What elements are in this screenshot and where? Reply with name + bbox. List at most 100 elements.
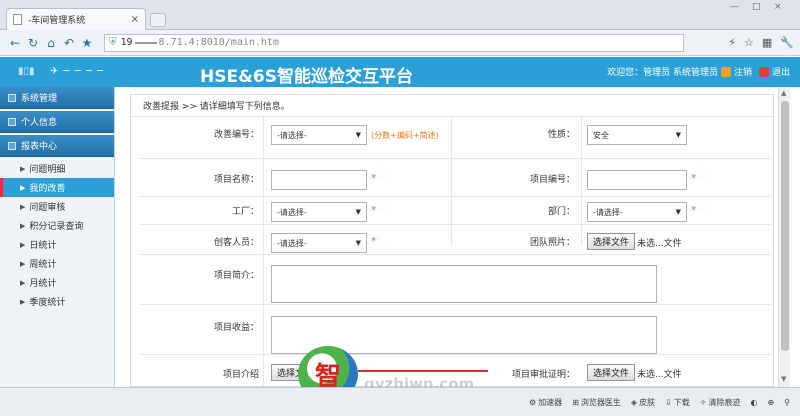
- factory-label: 工厂：: [231, 207, 259, 217]
- nature-select[interactable]: 安全 ▼: [587, 125, 687, 145]
- dept-select[interactable]: -请选择- ▼: [587, 202, 687, 222]
- favorite-star-icon[interactable]: ★: [78, 36, 96, 50]
- browser-tab-strip: -车间管理系统 × — □ ×: [0, 0, 800, 30]
- project-name-input[interactable]: [271, 170, 367, 190]
- sidebar-item-quarterly-stats[interactable]: ▶ 季度统计: [0, 292, 114, 311]
- project-no-label: 项目编号：: [529, 175, 575, 185]
- home-icon[interactable]: ⌂: [42, 36, 60, 50]
- sidebar-item-weekly-stats[interactable]: ▶ 周统计: [0, 254, 114, 273]
- welcome-text: 欢迎您：管理员 系统管理员: [607, 68, 718, 78]
- sidebar-item-points-query[interactable]: ▶ 积分记录查询: [0, 216, 114, 235]
- creator-select[interactable]: -请选择- ▼: [271, 233, 367, 253]
- approval-file-button[interactable]: 选择文件: [587, 364, 636, 381]
- redacted-mark: [134, 41, 157, 44]
- sidebar-item-issue-detail[interactable]: ▶ 问题明细: [0, 159, 114, 178]
- nature-label: 性质：: [547, 130, 575, 140]
- triangle-right-icon: ▶: [20, 297, 26, 306]
- sidebar-section-label: 报表中心: [21, 142, 58, 152]
- team-photo-label: 团队照片：: [529, 238, 575, 248]
- approval-label: 项目审批证明：: [511, 370, 575, 380]
- bookmark-star-icon[interactable]: ☆: [744, 36, 754, 49]
- required-mark: *: [371, 205, 376, 216]
- undo-icon[interactable]: ↶: [60, 36, 78, 50]
- sidebar-section-reports[interactable]: 报表中心: [0, 135, 114, 157]
- sidebar-item-label: 我的改善: [29, 184, 66, 194]
- sidebar-section-personal[interactable]: 个人信息: [0, 111, 114, 133]
- minimize-icon[interactable]: —: [730, 2, 739, 12]
- select-value: -请选择-: [277, 130, 307, 140]
- logout-icon[interactable]: [720, 66, 731, 77]
- search-icon[interactable]: ⚲: [784, 398, 790, 407]
- status-label: 浏览器医生: [580, 397, 621, 407]
- project-no-input[interactable]: [587, 170, 687, 190]
- shield-icon: ⛨: [109, 37, 117, 48]
- team-photo-file-button[interactable]: 选择文件: [587, 233, 636, 250]
- download-icon: ⇩: [665, 397, 672, 407]
- chevron-down-icon: ▼: [355, 208, 361, 216]
- scroll-down-icon[interactable]: ▼: [781, 375, 786, 383]
- triangle-right-icon: ▶: [20, 278, 26, 287]
- maximize-icon[interactable]: □: [752, 2, 761, 12]
- shirt-icon: ◈: [630, 397, 638, 407]
- accelerator-item[interactable]: ⚙ 加速器: [529, 397, 562, 408]
- app-header: ▮▯▮ ✈ ─ ─ ─ ─ HSE&6S智能巡检交互平台 欢迎您：管理员 系统管…: [0, 57, 800, 87]
- chevron-down-icon: ▼: [355, 131, 361, 139]
- lightning-icon[interactable]: ⚡: [728, 36, 736, 49]
- sidebar-item-daily-stats[interactable]: ▶ 日统计: [0, 235, 114, 254]
- vertical-scrollbar[interactable]: ▲ ▼: [778, 87, 790, 387]
- url-field[interactable]: ⛨ 19 8.71.4:8010/main.htm: [104, 33, 684, 52]
- clear-traces-item[interactable]: ✧ 清除痕迹: [700, 397, 741, 408]
- tab-close-icon[interactable]: ×: [131, 14, 139, 25]
- sidebar-item-monthly-stats[interactable]: ▶ 月统计: [0, 273, 114, 292]
- intro-textarea[interactable]: [271, 265, 657, 303]
- sidebar: 系统管理 个人信息 报表中心 ▶ 问题明细 ▶ 我的改善 ▶ 问题审核 ▶ 积分记录查询…: [0, 87, 115, 387]
- triangle-right-icon: ▶: [20, 221, 26, 230]
- select-value: -请选择-: [277, 207, 307, 217]
- sidebar-item-label: 周统计: [29, 260, 57, 270]
- browser-tab[interactable]: -车间管理系统 ×: [6, 8, 146, 30]
- logout-link[interactable]: 注销: [734, 65, 752, 78]
- triangle-right-icon: ▶: [20, 202, 26, 211]
- browser-doctor-item[interactable]: ⊞ 浏览器医生: [572, 397, 621, 408]
- address-bar: ← ↻ ⌂ ↶ ★ ⛨ 19 8.71.4:8010/main.htm ⚡ ☆ …: [0, 30, 800, 56]
- sound-icon[interactable]: ◐: [750, 398, 757, 407]
- url-path: 8.71.4:8010/main.htm: [158, 37, 279, 48]
- new-tab-button[interactable]: [150, 13, 166, 27]
- close-window-icon[interactable]: ×: [774, 2, 782, 12]
- breadcrumb-text: 改善提报 >> 请详细填写下列信息。: [143, 102, 290, 112]
- sidebar-section-label: 个人信息: [21, 118, 58, 128]
- chevron-down-icon: ▼: [675, 208, 681, 216]
- intro-label: 项目简介：: [213, 271, 259, 281]
- sidebar-item-my-improvement[interactable]: ▶ 我的改善: [0, 178, 114, 197]
- logo-icon: ▮▯▮: [18, 66, 35, 77]
- chevron-down-icon: ▼: [355, 239, 361, 247]
- required-mark: *: [371, 173, 376, 184]
- download-item[interactable]: ⇩ 下载: [665, 397, 690, 408]
- team-photo-no-file: 未选...文件: [637, 239, 682, 249]
- scroll-up-icon[interactable]: ▲: [781, 89, 786, 97]
- scrollbar-thumb[interactable]: [781, 101, 789, 351]
- exit-icon[interactable]: [758, 66, 769, 77]
- status-label: 皮肤: [639, 397, 656, 407]
- select-value: -请选择-: [593, 207, 623, 217]
- refresh-icon[interactable]: ↻: [24, 36, 42, 50]
- benefit-label: 项目收益：: [213, 323, 259, 333]
- watermark-line: [358, 370, 488, 372]
- section-icon: [8, 117, 16, 126]
- improve-no-select[interactable]: -请选择- ▼: [271, 125, 367, 145]
- breadcrumb: 改善提报 >> 请详细填写下列信息。: [131, 95, 773, 117]
- sidebar-item-issue-review[interactable]: ▶ 问题审核: [0, 197, 114, 216]
- triangle-right-icon: ▶: [20, 259, 26, 268]
- back-icon[interactable]: ←: [6, 36, 24, 50]
- plane-decoration: ✈ ─ ─ ─ ─: [50, 66, 105, 77]
- required-mark: *: [691, 173, 696, 184]
- apps-grid-icon[interactable]: ▦: [762, 36, 772, 49]
- skin-item[interactable]: ◈ 皮肤: [631, 397, 655, 408]
- zoom-icon[interactable]: ⊕: [767, 398, 774, 407]
- wrench-icon[interactable]: 🔧: [780, 36, 794, 49]
- sidebar-section-system[interactable]: 系统管理: [0, 87, 114, 109]
- sidebar-section-label: 系统管理: [21, 94, 58, 104]
- factory-select[interactable]: -请选择- ▼: [271, 202, 367, 222]
- exit-link[interactable]: 退出: [772, 65, 790, 78]
- project-name-label: 项目名称：: [213, 175, 259, 185]
